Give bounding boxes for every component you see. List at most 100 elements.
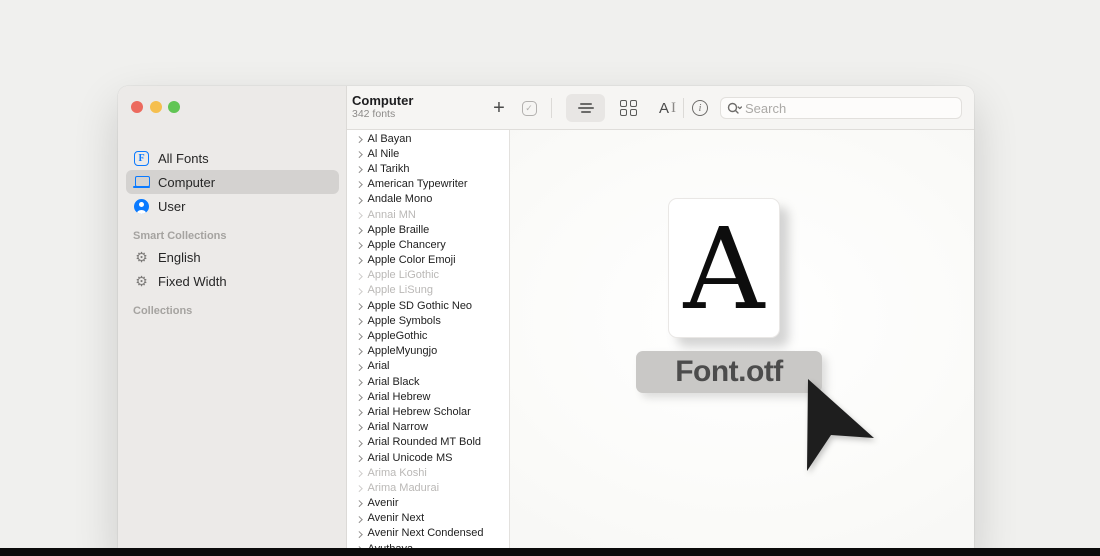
sidebar-item-user[interactable]: User [126,194,339,218]
cursor-arrow-icon [800,372,884,480]
plus-icon: + [493,98,505,118]
main-area: Computer 342 fonts + ✓ AI [347,86,974,556]
font-family-name: Arial Rounded MT Bold [368,436,482,448]
sidebar-item-all-fonts[interactable]: FAll Fonts [126,146,339,170]
font-family-name: Apple LiSung [368,284,433,296]
sample-text-button[interactable]: AI [648,94,687,122]
list-view-icon [578,103,594,113]
validate-font-button[interactable]: ✓ [517,96,541,120]
disclosure-chevron-icon[interactable] [356,303,362,309]
disclosure-chevron-icon[interactable] [356,455,362,461]
disclosure-chevron-icon[interactable] [356,424,362,430]
disclosure-chevron-icon[interactable] [356,531,362,537]
disclosure-chevron-icon[interactable] [356,197,362,203]
font-glyph: A [684,214,765,326]
sidebar-item-english[interactable]: ⚙English [126,245,339,269]
disclosure-chevron-icon[interactable] [356,166,362,172]
font-family-name: Apple Chancery [368,239,446,251]
font-row[interactable]: Avenir Next [347,511,509,526]
disclosure-chevron-icon[interactable] [356,364,362,370]
font-row[interactable]: AppleGothic [347,328,509,343]
disclosure-chevron-icon[interactable] [356,440,362,446]
disclosure-chevron-icon[interactable] [356,227,362,233]
font-row[interactable]: Annai MN [347,207,509,222]
font-row[interactable]: Arial Black [347,374,509,389]
font-row[interactable]: American Typewriter [347,177,509,192]
info-button[interactable]: i [688,96,712,120]
font-row[interactable]: Arial [347,359,509,374]
close-button[interactable] [131,101,143,113]
font-row[interactable]: Avenir [347,496,509,511]
font-family-name: AppleGothic [368,330,428,342]
disclosure-chevron-icon[interactable] [356,333,362,339]
font-row[interactable]: Apple Symbols [347,313,509,328]
font-row[interactable]: Apple Chancery [347,237,509,252]
font-family-name: American Typewriter [368,178,468,190]
font-filename-label: Font.otf [636,351,822,393]
font-family-name: Avenir Next Condensed [368,527,484,539]
disclosure-chevron-icon[interactable] [356,288,362,294]
font-row[interactable]: Arial Rounded MT Bold [347,435,509,450]
font-row[interactable]: Arima Madurai [347,480,509,495]
disclosure-chevron-icon[interactable] [356,485,362,491]
font-family-name: AppleMyungjo [368,345,438,357]
font-row[interactable]: Arial Unicode MS [347,450,509,465]
font-row[interactable]: AppleMyungjo [347,344,509,359]
font-row[interactable]: Arial Hebrew Scholar [347,404,509,419]
disclosure-chevron-icon[interactable] [356,318,362,324]
disclosure-chevron-icon[interactable] [356,212,362,218]
list-view-button[interactable] [566,94,605,122]
font-row[interactable]: Arial Hebrew [347,389,509,404]
gear-icon: ⚙ [133,250,150,264]
disclosure-chevron-icon[interactable] [356,242,362,248]
add-font-button[interactable]: + [487,96,511,120]
font-family-name: Arima Madurai [368,482,440,494]
search-field[interactable] [720,97,962,119]
font-row[interactable]: Apple LiGothic [347,268,509,283]
sidebar-list: FAll FontsComputerUserSmart Collections⚙… [126,146,339,320]
font-row[interactable]: Apple Color Emoji [347,253,509,268]
font-family-name: Arial Unicode MS [368,452,453,464]
sidebar-item-computer[interactable]: Computer [126,170,339,194]
search-input[interactable] [745,101,955,116]
font-row[interactable]: Al Tarikh [347,161,509,176]
sidebar-item-fixed-width[interactable]: ⚙Fixed Width [126,269,339,293]
disclosure-chevron-icon[interactable] [356,136,362,142]
font-family-name: Annai MN [368,209,416,221]
font-family-name: Apple Symbols [368,315,441,327]
sidebar-item-label: User [158,199,185,214]
toolbar: Computer 342 fonts + ✓ AI [347,86,974,130]
font-row[interactable]: Avenir Next Condensed [347,526,509,541]
gear-icon: ⚙ [133,274,150,288]
disclosure-chevron-icon[interactable] [356,500,362,506]
sidebar-item-label: Computer [158,175,215,190]
sidebar: FAll FontsComputerUserSmart Collections⚙… [118,86,347,556]
disclosure-chevron-icon[interactable] [356,394,362,400]
disclosure-chevron-icon[interactable] [356,349,362,355]
disclosure-chevron-icon[interactable] [356,409,362,415]
disclosure-chevron-icon[interactable] [356,181,362,187]
disclosure-chevron-icon[interactable] [356,257,362,263]
font-family-name: Al Bayan [368,133,412,145]
font-row[interactable]: Arima Koshi [347,465,509,480]
zoom-button[interactable] [168,101,180,113]
font-row[interactable]: Arial Narrow [347,420,509,435]
grid-view-button[interactable] [609,94,648,122]
disclosure-chevron-icon[interactable] [356,273,362,279]
toolbar-separator [551,98,552,118]
font-family-name: Arial Narrow [368,421,429,433]
font-family-name: Apple Color Emoji [368,254,456,266]
disclosure-chevron-icon[interactable] [356,151,362,157]
font-row[interactable]: Apple LiSung [347,283,509,298]
font-row[interactable]: Al Nile [347,146,509,161]
disclosure-chevron-icon[interactable] [356,379,362,385]
disclosure-chevron-icon[interactable] [356,470,362,476]
traffic-lights [131,101,180,113]
font-row[interactable]: Al Bayan [347,131,509,146]
minimize-button[interactable] [150,101,162,113]
font-row[interactable]: Apple SD Gothic Neo [347,298,509,313]
font-row[interactable]: Apple Braille [347,222,509,237]
font-family-name: Apple LiGothic [368,269,440,281]
font-row[interactable]: Andale Mono [347,192,509,207]
disclosure-chevron-icon[interactable] [356,516,362,522]
